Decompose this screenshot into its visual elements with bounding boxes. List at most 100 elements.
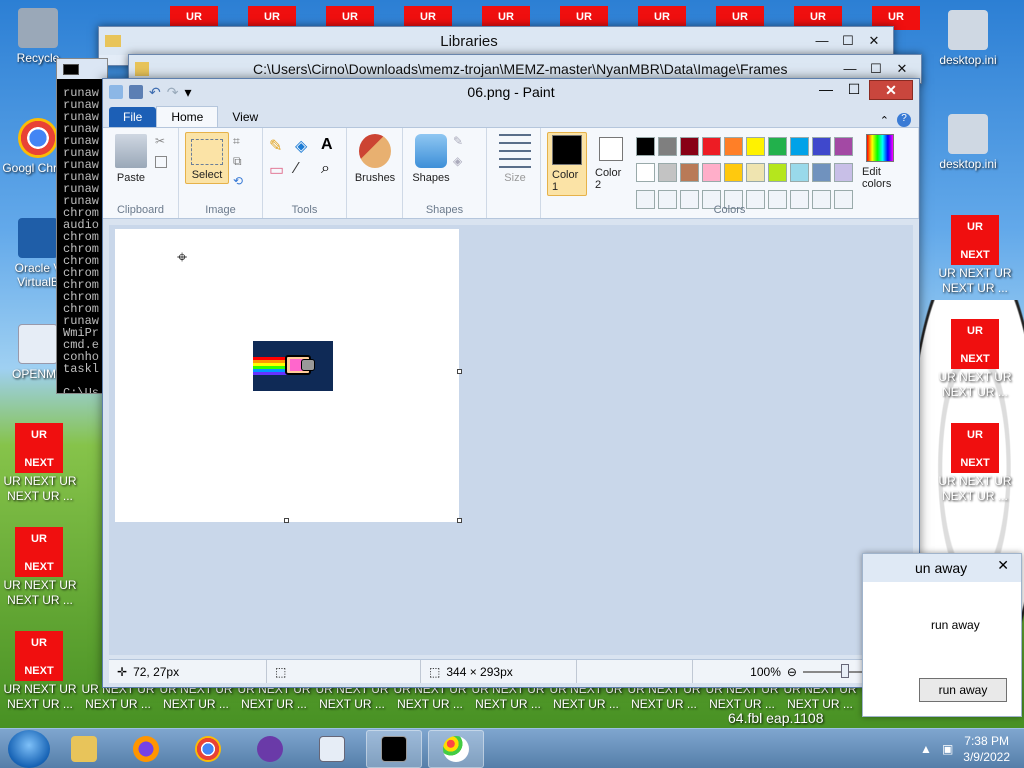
show-hidden-icons-icon[interactable]: ▲: [920, 742, 932, 756]
crop-icon[interactable]: ⌗: [233, 134, 240, 149]
color-picker-icon[interactable]: ⁄: [295, 160, 317, 180]
redo-icon[interactable]: ↷: [167, 84, 179, 101]
resize-handle-bottom[interactable]: [284, 518, 289, 523]
ur-next-icon[interactable]: UR NEXT: [951, 319, 999, 369]
taskbar-paint[interactable]: [428, 729, 484, 768]
network-icon[interactable]: ▣: [942, 742, 953, 756]
fill-icon[interactable]: ◈: [295, 136, 317, 156]
outline-icon[interactable]: ✎: [453, 134, 463, 148]
close-button[interactable]: ✕: [861, 33, 887, 49]
copy-icon[interactable]: [155, 156, 167, 168]
tab-home[interactable]: Home: [156, 106, 219, 127]
paint-app-icon: [109, 85, 123, 99]
resize-icon[interactable]: ⧉: [233, 154, 242, 169]
clock[interactable]: 7:38 PM 3/9/2022: [963, 733, 1010, 765]
brushes-button[interactable]: Brushes: [353, 132, 397, 186]
ur-next-icon[interactable]: UR NEXT: [15, 527, 63, 577]
run-away-dialog[interactable]: un away ✕ run away run away: [862, 553, 1022, 717]
desktop-ini-icon-2[interactable]: desktop.ini: [930, 114, 1006, 171]
shapes-label: Shapes: [412, 172, 450, 184]
color2-button[interactable]: Color 2: [591, 132, 631, 214]
recycle-bin-icon[interactable]: Recycle: [0, 8, 76, 65]
fill-shape-icon[interactable]: ◈: [453, 154, 462, 168]
color-swatch[interactable]: [636, 137, 655, 156]
ribbon-collapse-icon[interactable]: ⌃: [880, 114, 889, 127]
clock-date: 3/9/2022: [963, 749, 1010, 764]
text-icon[interactable]: A: [321, 136, 343, 156]
resize-handle-corner[interactable]: [457, 518, 462, 523]
cmd-window[interactable]: runaw runaw runaw runaw runaw runaw runaw runaw…: [56, 58, 108, 394]
close-button[interactable]: ✕: [889, 61, 915, 77]
taskbar-firefox[interactable]: [118, 730, 174, 768]
shapes-button[interactable]: Shapes: [409, 132, 453, 186]
color-swatch[interactable]: [702, 137, 721, 156]
color1-button[interactable]: Color 1: [547, 132, 587, 196]
color-swatch[interactable]: [768, 163, 787, 183]
ur-next-icon[interactable]: UR NEXT: [15, 423, 63, 473]
taskbar-explorer[interactable]: [56, 730, 112, 768]
minimize-button[interactable]: —: [809, 33, 835, 49]
color-swatch[interactable]: [658, 163, 677, 183]
paint-titlebar[interactable]: ↶ ↷ ▾ 06.png - Paint — ☐ ✕: [103, 79, 919, 105]
help-icon[interactable]: ?: [897, 113, 911, 127]
color-swatch[interactable]: [834, 137, 853, 156]
ur-next-icon[interactable]: UR NEXT: [951, 215, 999, 265]
clipboard-group-label: Clipboard: [116, 204, 165, 216]
magnifier-icon[interactable]: ⌕: [321, 160, 343, 180]
start-button[interactable]: [8, 729, 50, 768]
color-swatch[interactable]: [702, 163, 721, 183]
color-swatch[interactable]: [724, 137, 743, 156]
zoom-out-icon[interactable]: ⊖: [787, 665, 797, 679]
ur-text: UR: [967, 221, 983, 233]
color-swatch[interactable]: [680, 137, 699, 156]
ur-next-icon[interactable]: UR NEXT: [951, 423, 999, 473]
color-swatch[interactable]: [658, 137, 677, 156]
pencil-icon[interactable]: ✎: [269, 136, 291, 156]
paste-button[interactable]: Paste: [109, 132, 153, 186]
maximize-button[interactable]: ☐: [835, 33, 861, 49]
size-button[interactable]: Size: [493, 132, 537, 186]
maximize-button[interactable]: ☐: [863, 61, 889, 77]
undo-icon[interactable]: ↶: [149, 84, 161, 101]
taskbar-document[interactable]: [304, 730, 360, 768]
minimize-button[interactable]: —: [813, 81, 839, 97]
color-swatch[interactable]: [768, 137, 787, 156]
color-swatch[interactable]: [680, 163, 699, 183]
color-swatch[interactable]: [790, 163, 809, 183]
zoom-slider-knob[interactable]: [840, 663, 849, 678]
color-swatch[interactable]: [834, 163, 853, 183]
rotate-icon[interactable]: ⟲: [233, 174, 243, 188]
desktop-ini-icon-1[interactable]: desktop.ini: [930, 10, 1006, 67]
ur-next-icon[interactable]: UR NEXT: [15, 631, 63, 681]
cmd-titlebar[interactable]: [57, 59, 107, 79]
minimize-button[interactable]: —: [837, 61, 863, 77]
color-swatch[interactable]: [724, 163, 743, 183]
tab-file[interactable]: File: [109, 107, 157, 127]
run-away-button[interactable]: run away: [919, 678, 1007, 702]
color-swatch[interactable]: [746, 163, 765, 183]
eraser-icon[interactable]: ▭: [269, 160, 291, 180]
next-text: NEXT: [960, 353, 990, 365]
tab-view[interactable]: View: [218, 107, 272, 127]
taskbar-chrome[interactable]: [180, 730, 236, 768]
color-swatch[interactable]: [812, 137, 831, 156]
save-icon[interactable]: [129, 85, 143, 99]
document-icon: [319, 735, 345, 762]
cut-icon[interactable]: ✂: [155, 134, 165, 148]
color-swatch[interactable]: [636, 163, 655, 183]
edit-colors-button[interactable]: Edit colors: [858, 132, 902, 214]
close-button[interactable]: ✕: [869, 80, 913, 100]
select-button[interactable]: Select: [185, 132, 229, 184]
paint-window[interactable]: ↶ ↷ ▾ 06.png - Paint — ☐ ✕ File Home Vie…: [102, 78, 920, 688]
taskbar-purple-app[interactable]: [242, 730, 298, 768]
canvas-area[interactable]: ⌖: [109, 225, 913, 655]
close-icon[interactable]: ✕: [997, 557, 1009, 574]
taskbar-cmd[interactable]: [366, 729, 422, 768]
resize-handle-right[interactable]: [457, 369, 462, 374]
color-swatch[interactable]: [746, 137, 765, 156]
color-swatch[interactable]: [790, 137, 809, 156]
drawing-canvas[interactable]: ⌖: [115, 229, 459, 522]
maximize-button[interactable]: ☐: [841, 81, 867, 98]
customize-quick-access-icon[interactable]: ▾: [184, 84, 191, 101]
color-swatch[interactable]: [812, 163, 831, 183]
